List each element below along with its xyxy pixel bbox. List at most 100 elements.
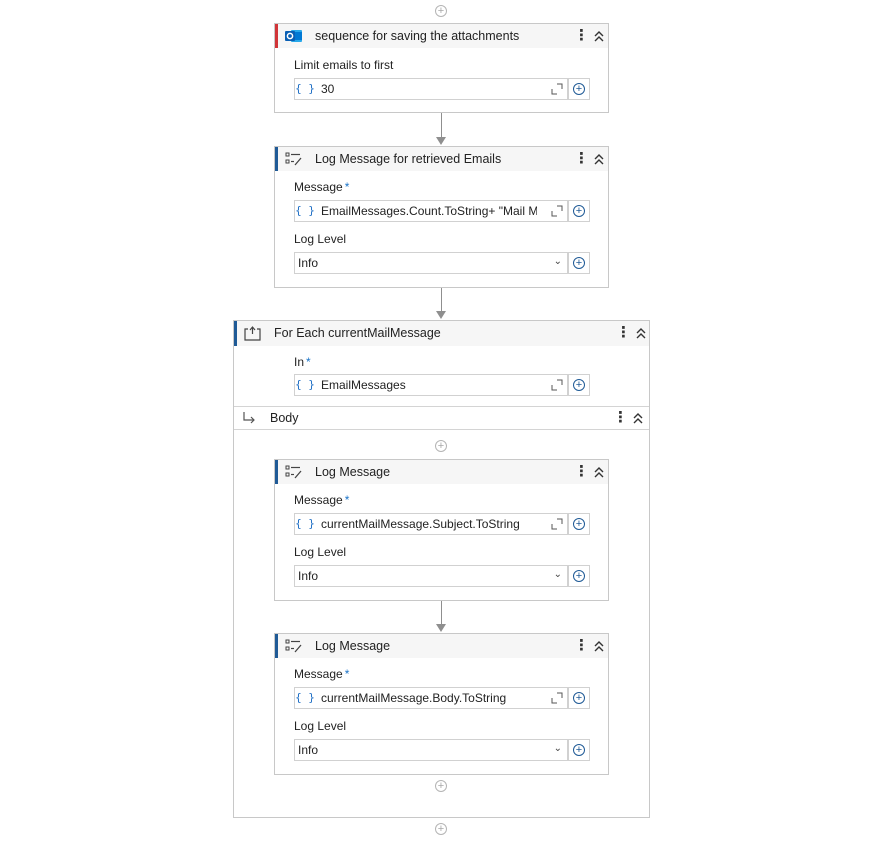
required-mark: * (344, 493, 350, 507)
add-variable-button[interactable]: + (568, 565, 590, 587)
connector-line (441, 288, 442, 312)
body-label: Body (270, 411, 299, 425)
chevron-down-icon: ⌄ (553, 743, 562, 754)
connector-arrow-icon (436, 624, 446, 632)
expand-editor-icon[interactable] (551, 379, 563, 391)
required-mark: * (344, 180, 350, 194)
log-level-select[interactable]: Info ⌄ (294, 252, 568, 274)
log-card-1-header[interactable]: Log Message for retrieved Emails ⋮ (275, 147, 608, 171)
plus-icon: + (573, 83, 585, 95)
log-level-select[interactable]: Info ⌄ (294, 565, 568, 587)
log-level-value: Info (298, 569, 319, 583)
add-variable-button[interactable]: + (568, 78, 590, 100)
limit-emails-value: 30 (321, 82, 335, 96)
sequence-card-title: sequence for saving the attachments (315, 29, 520, 43)
add-activity-body-bottom[interactable]: + (435, 780, 447, 792)
message-field[interactable]: { } currentMailMessage.Subject.ToString (294, 513, 568, 535)
expression-icon: { } (295, 378, 315, 391)
connector-arrow-icon (436, 311, 446, 319)
chevron-down-icon: ⌄ (553, 256, 562, 267)
connector-line (441, 601, 442, 625)
required-mark: * (344, 667, 350, 681)
message-value: EmailMessages.Count.ToString+ "Mail Mes (321, 204, 537, 218)
expression-icon: { } (295, 82, 315, 95)
add-variable-button[interactable]: + (568, 739, 590, 761)
message-field[interactable]: { } currentMailMessage.Body.ToString (294, 687, 568, 709)
plus-icon: + (573, 570, 585, 582)
log-level-label: Log Level (294, 232, 347, 246)
message-value: currentMailMessage.Body.ToString (321, 691, 507, 705)
in-label: In * (294, 355, 311, 369)
expand-editor-icon[interactable] (551, 692, 563, 704)
expression-icon: { } (295, 517, 315, 530)
required-mark: * (306, 355, 311, 369)
for-each-header[interactable]: For Each currentMailMessage ⋮ (234, 321, 649, 346)
expand-editor-icon[interactable] (551, 83, 563, 95)
log-level-label: Log Level (294, 719, 347, 733)
log-level-value: Info (298, 743, 319, 757)
add-activity-bottom[interactable]: + (435, 823, 447, 835)
more-options-icon[interactable]: ⋮ (574, 637, 589, 655)
log-message-icon (285, 639, 302, 653)
collapse-icon[interactable] (593, 639, 605, 653)
sequence-card-header[interactable]: sequence for saving the attachments ⋮ (275, 24, 608, 48)
in-field[interactable]: { } EmailMessages (294, 374, 568, 396)
more-options-icon[interactable]: ⋮ (616, 324, 631, 342)
chevron-down-icon: ⌄ (553, 569, 562, 580)
collapse-icon[interactable] (635, 326, 647, 340)
for-each-icon (244, 326, 261, 341)
collapse-icon[interactable] (632, 411, 644, 425)
log-message-icon (285, 465, 302, 479)
plus-icon: + (573, 744, 585, 756)
log-message-card-1[interactable]: Log Message for retrieved Emails ⋮ Messa… (274, 146, 609, 288)
log-level-label: Log Level (294, 545, 347, 559)
add-variable-button[interactable]: + (568, 513, 590, 535)
log-card-3-title: Log Message (315, 639, 391, 653)
for-each-title: For Each currentMailMessage (274, 326, 441, 340)
more-options-icon[interactable]: ⋮ (574, 150, 589, 168)
more-options-icon[interactable]: ⋮ (613, 409, 628, 427)
plus-icon: + (573, 205, 585, 217)
log-message-icon (285, 152, 302, 166)
connector-line (441, 113, 442, 138)
message-label: Message * (294, 180, 350, 194)
log-level-value: Info (298, 256, 319, 270)
plus-icon: + (573, 518, 585, 530)
add-variable-button[interactable]: + (568, 687, 590, 709)
collapse-icon[interactable] (593, 152, 605, 166)
log-level-select[interactable]: Info ⌄ (294, 739, 568, 761)
add-variable-button[interactable]: + (568, 252, 590, 274)
message-value: currentMailMessage.Subject.ToString (321, 517, 520, 531)
add-activity-body-top[interactable]: + (435, 440, 447, 452)
plus-icon: + (573, 257, 585, 269)
body-arrow-icon (243, 412, 255, 424)
connector-arrow-icon (436, 137, 446, 145)
more-options-icon[interactable]: ⋮ (574, 463, 589, 481)
limit-emails-label: Limit emails to first (294, 58, 394, 72)
add-activity-top[interactable]: + (435, 5, 447, 17)
sequence-card[interactable]: sequence for saving the attachments ⋮ Li… (274, 23, 609, 113)
add-variable-button[interactable]: + (568, 200, 590, 222)
message-label: Message * (294, 667, 350, 681)
expand-editor-icon[interactable] (551, 518, 563, 530)
outlook-icon (285, 30, 302, 42)
plus-icon: + (573, 379, 585, 391)
log-card-3-header[interactable]: Log Message ⋮ (275, 634, 608, 658)
in-value: EmailMessages (321, 378, 406, 392)
expression-icon: { } (295, 691, 315, 704)
log-card-2-title: Log Message (315, 465, 391, 479)
expand-editor-icon[interactable] (551, 205, 563, 217)
expression-icon: { } (295, 204, 315, 217)
message-field[interactable]: { } EmailMessages.Count.ToString+ "Mail … (294, 200, 568, 222)
message-label: Message * (294, 493, 350, 507)
add-variable-button[interactable]: + (568, 374, 590, 396)
log-message-card-3[interactable]: Log Message ⋮ Message * { } currentMailMe… (274, 633, 609, 775)
collapse-icon[interactable] (593, 29, 605, 43)
collapse-icon[interactable] (593, 465, 605, 479)
log-card-2-header[interactable]: Log Message ⋮ (275, 460, 608, 484)
limit-emails-field[interactable]: { } 30 (294, 78, 568, 100)
more-options-icon[interactable]: ⋮ (574, 27, 589, 45)
log-card-1-title: Log Message for retrieved Emails (315, 152, 502, 166)
body-header[interactable]: Body ⋮ (234, 406, 649, 430)
log-message-card-2[interactable]: Log Message ⋮ Message * { } currentMailMe… (274, 459, 609, 601)
